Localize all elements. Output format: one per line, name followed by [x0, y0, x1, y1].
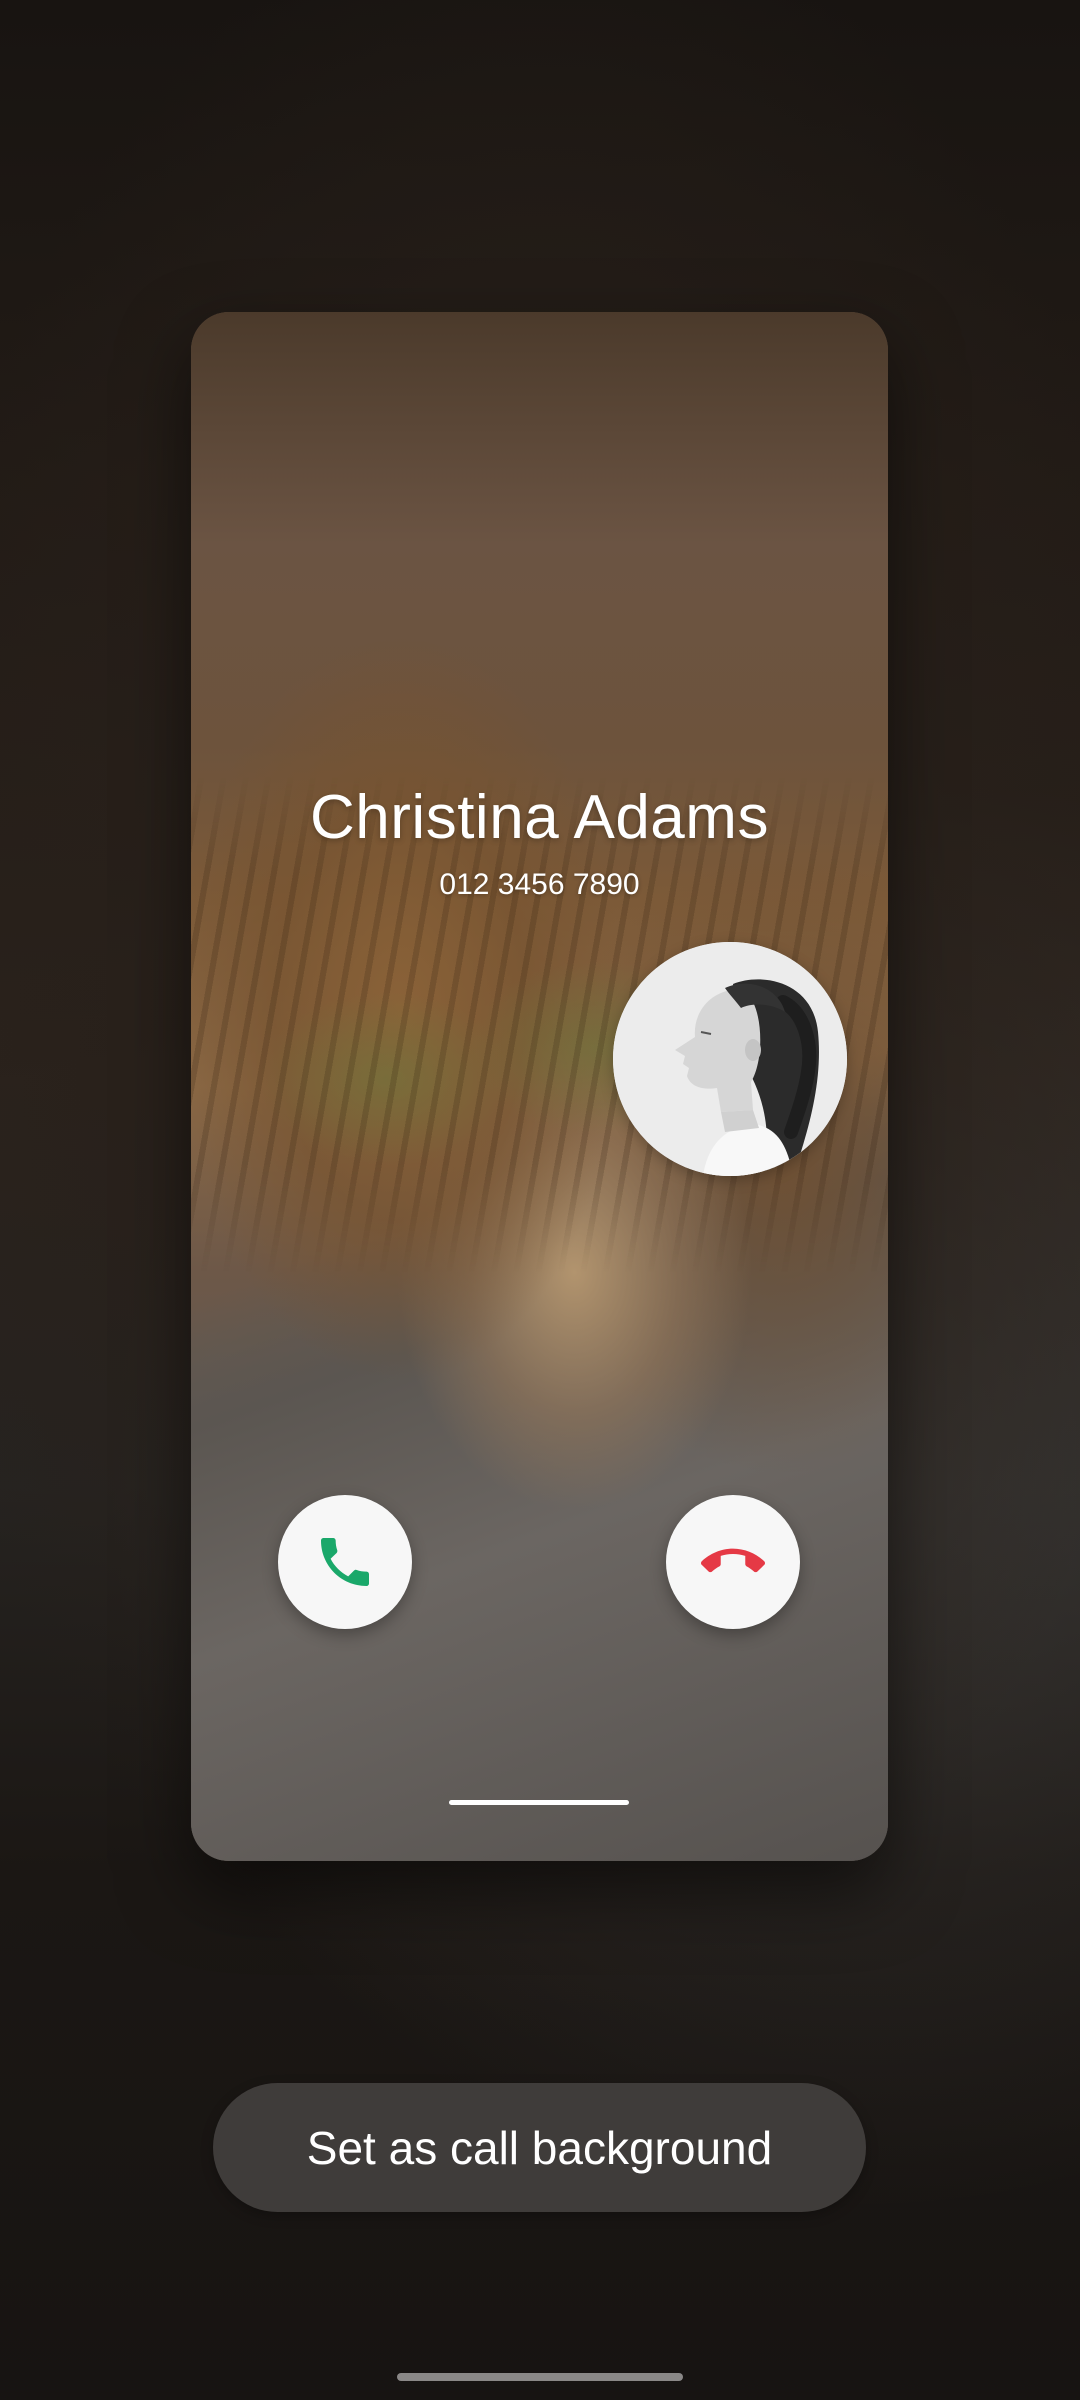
contact-photo-icon — [613, 942, 847, 1176]
call-background-preview-screen: Christina Adams 012 3456 7890 Set as cal… — [0, 0, 1080, 2400]
decline-call-button[interactable] — [666, 1495, 800, 1629]
preview-home-indicator — [449, 1800, 629, 1805]
contact-number: 012 3456 7890 — [439, 868, 640, 901]
contact-avatar — [613, 942, 847, 1176]
phone-hangup-icon — [701, 1548, 765, 1573]
set-as-call-background-button[interactable]: Set as call background — [213, 2083, 866, 2212]
accept-call-button[interactable] — [278, 1495, 412, 1629]
contact-name: Christina Adams — [310, 783, 769, 852]
call-screen-preview-card: Christina Adams 012 3456 7890 — [191, 312, 888, 1861]
gesture-navigation-handle[interactable] — [397, 2373, 683, 2381]
phone-icon — [321, 1538, 369, 1586]
